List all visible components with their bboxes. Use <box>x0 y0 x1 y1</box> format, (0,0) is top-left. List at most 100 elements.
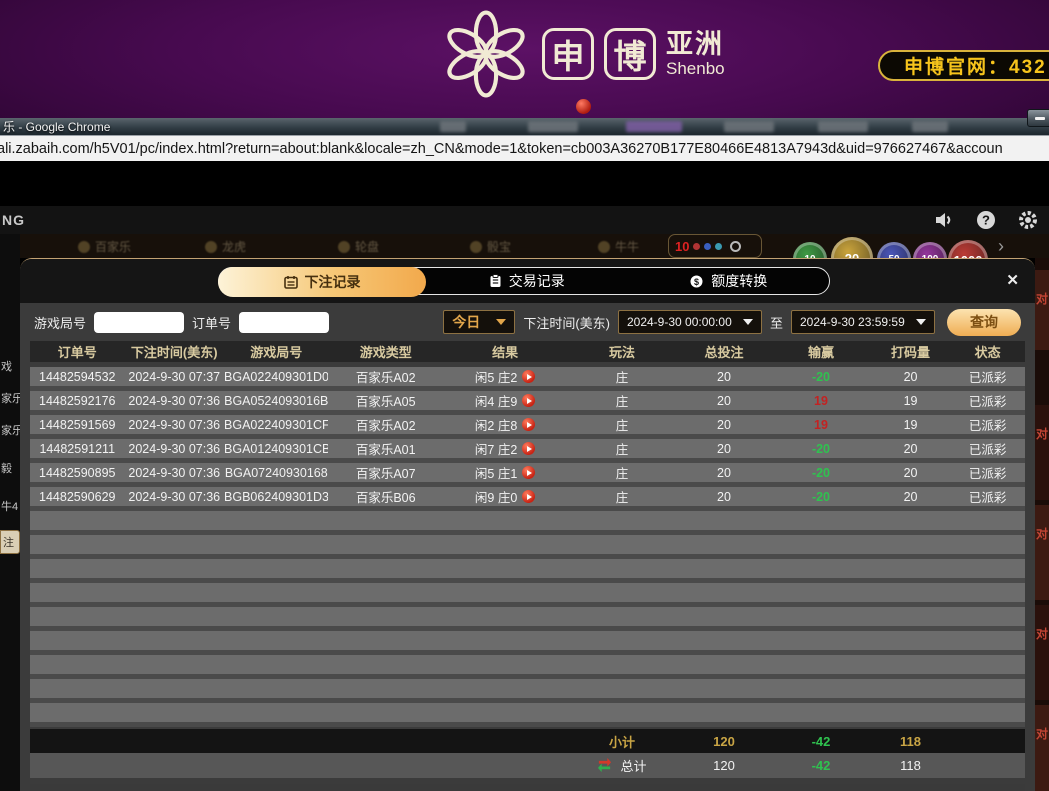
result-text: 闲7 庄2 <box>475 439 517 458</box>
cell-turnover: 20 <box>871 370 951 384</box>
records-table: 订单号下注时间(美东)游戏局号游戏类型结果玩法总投注输赢打码量状态 144825… <box>30 341 1025 791</box>
search-button[interactable]: 查询 <box>947 309 1021 336</box>
replay-video-icon[interactable] <box>522 466 535 479</box>
right-table-fragment-strip: 对对对对对 <box>1035 258 1049 791</box>
cell-winloss: -20 <box>771 370 871 384</box>
gear-icon[interactable] <box>1017 209 1039 231</box>
table-row: 144825906292024-9-30 07:36BGB062409301D3… <box>30 487 1025 506</box>
cell-play: 庄 <box>567 487 676 506</box>
right-table-label: 对 <box>1036 290 1048 307</box>
logo-char-bo: 博 <box>604 28 656 80</box>
magnifier-icon[interactable] <box>730 241 741 252</box>
cell-winloss: -20 <box>771 490 871 504</box>
category-item[interactable]: 轮盘 <box>338 238 379 255</box>
col-header-2: 游戏局号 <box>224 342 328 361</box>
range-select[interactable]: 今日 <box>443 310 515 334</box>
category-icon <box>205 241 217 253</box>
replay-video-icon[interactable] <box>522 442 535 455</box>
official-site-badge[interactable]: 申博官网：432 <box>878 50 1049 81</box>
shenbo-logo: 申 博 亚洲 Shenbo <box>440 8 725 100</box>
grand-total-turnover: 118 <box>871 758 951 773</box>
nav-blur-item <box>724 121 774 132</box>
chips-more-arrow[interactable]: › <box>998 236 1004 257</box>
time-from-select[interactable]: 2024-9-30 00:00:00 <box>618 310 762 334</box>
order-no-input[interactable] <box>239 312 329 333</box>
category-label: 龙虎 <box>222 238 246 255</box>
replay-video-icon[interactable] <box>522 370 535 383</box>
replay-video-icon[interactable] <box>522 394 535 407</box>
category-icon <box>598 241 610 253</box>
close-icon[interactable]: ✕ <box>1006 271 1019 289</box>
cell-total-bet: 20 <box>677 394 772 408</box>
tab-bet-records[interactable]: 下注记录 <box>218 267 426 297</box>
cell-result: 闲5 庄1 <box>443 463 567 482</box>
empty-row <box>30 679 1025 698</box>
to-label: 至 <box>770 313 783 332</box>
category-item[interactable]: 龙虎 <box>205 238 246 255</box>
tab-quota-transfer[interactable]: $ 额度转换 <box>628 268 830 294</box>
minimize-button[interactable] <box>1027 109 1049 127</box>
cell-status: 已派彩 <box>950 487 1025 506</box>
help-icon[interactable]: ? <box>975 209 997 231</box>
cell-order: 14482592176 <box>30 394 125 408</box>
cell-play: 庄 <box>567 463 676 482</box>
col-header-0: 订单号 <box>30 342 125 361</box>
cell-game-type: 百家乐A07 <box>328 463 442 482</box>
tab-label: 交易记录 <box>509 271 565 291</box>
exchange-icon: $ <box>689 274 704 289</box>
category-item[interactable]: 牛牛 <box>598 238 639 255</box>
url-bar[interactable]: ali.zabaih.com/h5V01/pc/index.html?retur… <box>0 135 1049 161</box>
tab-transaction-records[interactable]: 交易记录 <box>426 268 628 294</box>
tab-label: 下注记录 <box>305 272 361 292</box>
replay-video-icon[interactable] <box>522 490 535 503</box>
cell-status: 已派彩 <box>950 367 1025 386</box>
grand-total-total: 120 <box>677 758 772 773</box>
red-dot <box>576 99 591 114</box>
col-header-1: 下注时间(美东) <box>125 342 225 361</box>
table-row: 144825945322024-9-30 07:37BGA022409301D0… <box>30 367 1025 386</box>
category-item[interactable]: 骰宝 <box>470 238 511 255</box>
subtotal-winloss: -42 <box>771 734 871 749</box>
url-text: ali.zabaih.com/h5V01/pc/index.html?retur… <box>0 141 1003 157</box>
cell-status: 已派彩 <box>950 415 1025 434</box>
logo-en-text: Shenbo <box>666 60 725 77</box>
left-menu-fragment-strip: 戏家乐家乐毅牛4注 <box>0 234 20 791</box>
bet-amount-widget[interactable]: 10 <box>668 234 762 258</box>
cell-turnover: 19 <box>871 394 951 408</box>
game-round-input[interactable] <box>94 312 184 333</box>
cell-round: BGA022409301D0 <box>224 370 328 384</box>
black-strip <box>0 161 1049 206</box>
left-menu-fragment[interactable]: 注 <box>0 530 20 554</box>
empty-row <box>30 607 1025 626</box>
result-text: 闲5 庄1 <box>475 463 517 482</box>
time-to-select[interactable]: 2024-9-30 23:59:59 <box>791 310 935 334</box>
tab-label: 额度转换 <box>711 271 767 291</box>
cell-total-bet: 20 <box>677 490 772 504</box>
col-header-7: 输赢 <box>771 342 871 361</box>
cell-game-type: 百家乐A01 <box>328 439 442 458</box>
right-table-panel <box>1035 705 1049 791</box>
cell-result: 闲2 庄8 <box>443 415 567 434</box>
left-menu-fragment[interactable]: 毅 <box>1 460 12 476</box>
col-header-5: 玩法 <box>567 342 676 361</box>
right-table-label: 对 <box>1036 725 1048 742</box>
nav-blur-item <box>440 121 466 132</box>
left-menu-fragment[interactable]: 戏 <box>1 358 12 374</box>
refresh-swap-icon[interactable] <box>597 758 612 773</box>
speaker-icon[interactable] <box>933 209 955 231</box>
cell-turnover: 20 <box>871 490 951 504</box>
cell-result: 闲7 庄2 <box>443 439 567 458</box>
cell-result: 闲9 庄0 <box>443 487 567 506</box>
category-item[interactable]: 百家乐 <box>78 238 131 255</box>
table-body: 144825945322024-9-30 07:37BGA022409301D0… <box>30 367 1025 727</box>
bet-dot-teal <box>715 243 722 250</box>
cell-result: 闲5 庄2 <box>443 367 567 386</box>
table-header-row: 订单号下注时间(美东)游戏局号游戏类型结果玩法总投注输赢打码量状态 <box>30 341 1025 362</box>
cell-play: 庄 <box>567 391 676 410</box>
site-header: 申 博 亚洲 Shenbo 申博官网：432 <box>0 0 1049 118</box>
replay-video-icon[interactable] <box>522 418 535 431</box>
col-header-3: 游戏类型 <box>328 342 442 361</box>
cell-winloss: -20 <box>771 466 871 480</box>
left-menu-fragment[interactable]: 牛4 <box>1 498 18 514</box>
bet-dot-blue <box>704 243 711 250</box>
